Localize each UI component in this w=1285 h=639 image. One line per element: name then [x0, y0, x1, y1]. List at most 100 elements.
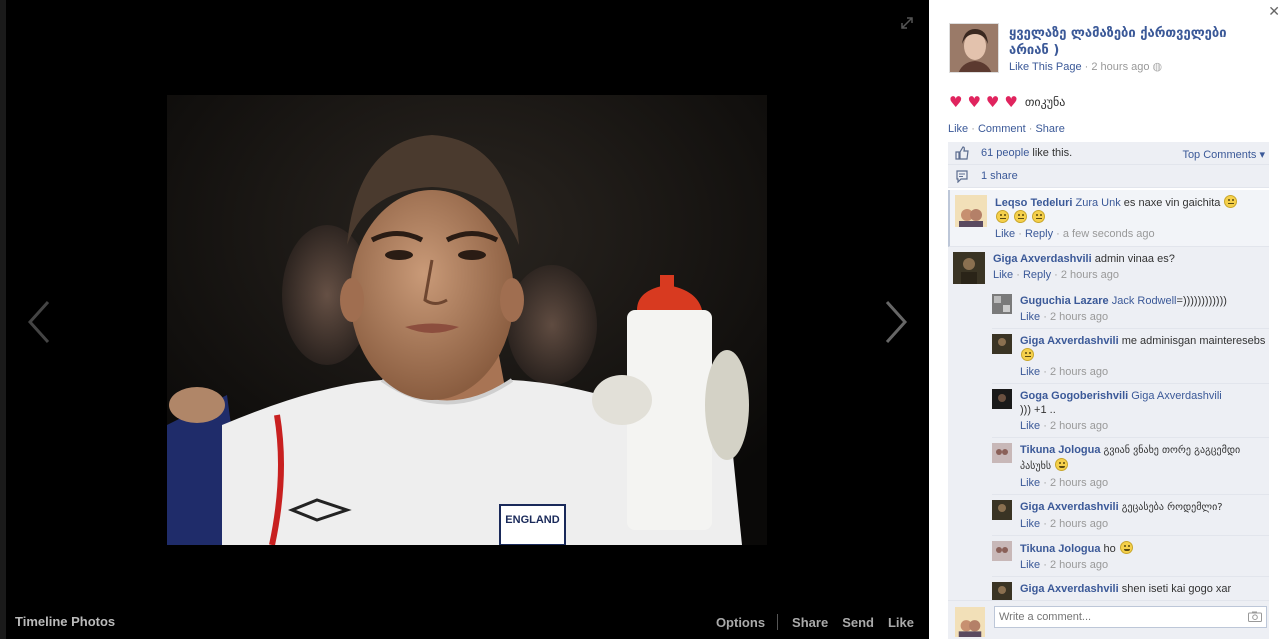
replier-avatar[interactable]: [992, 334, 1012, 354]
replier-name[interactable]: Giga Axverdashvili: [1020, 335, 1119, 347]
reply-thread: Guguchia Lazare Jack Rodwell=)))))))))))…: [992, 289, 1269, 600]
reply-like-link[interactable]: Like: [1020, 477, 1040, 489]
commenter-avatar[interactable]: [955, 195, 987, 227]
commenter-avatar[interactable]: [953, 252, 985, 284]
fullscreen-expand-icon[interactable]: [900, 16, 914, 30]
reply-time[interactable]: 2 hours ago: [1050, 311, 1108, 323]
comment-text: es naxe vin gaichita: [1123, 197, 1221, 209]
reply-body: Giga Axverdashvili გეცასება როდემლი? Lik…: [1020, 500, 1223, 531]
replier-avatar[interactable]: [992, 500, 1012, 520]
like-button[interactable]: Like: [888, 615, 914, 630]
reply-like-link[interactable]: Like: [1020, 420, 1040, 432]
reply-text: ho: [1103, 543, 1116, 555]
reply-meta: Like · 2 hours ago: [1020, 518, 1109, 530]
reply-time[interactable]: 2 hours ago: [1050, 420, 1108, 432]
likes-count-link[interactable]: 61 people: [981, 147, 1029, 159]
like-page-link[interactable]: Like This Page: [1009, 61, 1082, 73]
comment-panel: ✕ ყველაზე ლამაზები ქართველები არიან ) Li…: [929, 0, 1285, 639]
share-button[interactable]: Share: [792, 615, 828, 630]
reply-meta: Like · 2 hours ago: [1020, 366, 1109, 378]
options-button[interactable]: Options: [716, 615, 765, 630]
heart-icon: ♥: [985, 93, 1000, 111]
reply-like-link[interactable]: Like: [1020, 559, 1040, 571]
replier-avatar[interactable]: [992, 443, 1012, 463]
post-time[interactable]: 2 hours ago: [1091, 61, 1149, 73]
commenter-name[interactable]: Giga Axverdashvili: [993, 253, 1092, 265]
post-actions: Like · Comment · Share: [948, 123, 1065, 135]
comment-body: Giga Axverdashvili admin vinaa es? Like …: [993, 252, 1264, 284]
heart-icon: ♥: [1004, 93, 1018, 111]
comments-scrollbar[interactable]: [1278, 142, 1282, 600]
album-link[interactable]: Timeline Photos: [15, 614, 115, 629]
page-name-link[interactable]: ყველაზე ლამაზები ქართველები არიან ): [1009, 25, 1259, 59]
replier-name[interactable]: Giga Axverdashvili: [1020, 583, 1119, 595]
replier-name[interactable]: Giga Axverdashvili: [1020, 501, 1119, 513]
page-avatar[interactable]: [949, 23, 999, 73]
comment-reply-link[interactable]: Reply: [1023, 269, 1051, 281]
post-like-link[interactable]: Like: [948, 123, 968, 135]
replier-avatar[interactable]: [992, 582, 1012, 600]
reply-time[interactable]: 2 hours ago: [1050, 559, 1108, 571]
replier-avatar[interactable]: [992, 389, 1012, 409]
post-comment-link[interactable]: Comment: [978, 123, 1026, 135]
reply-text: shen iseti kai gogo xar: [1121, 583, 1232, 595]
tagged-user[interactable]: Giga Axverdashvili: [1131, 390, 1222, 402]
reply-item: Guguchia Lazare Jack Rodwell=)))))))))))…: [992, 289, 1269, 329]
camera-icon[interactable]: [1248, 611, 1262, 622]
next-photo-arrow-icon[interactable]: [881, 298, 911, 346]
replier-avatar[interactable]: [992, 541, 1012, 561]
close-icon[interactable]: ✕: [1268, 4, 1280, 20]
reply-like-link[interactable]: Like: [1020, 366, 1040, 378]
post-share-link[interactable]: Share: [1035, 123, 1064, 135]
shares-link[interactable]: 1 share: [981, 170, 1018, 182]
reply-text: me adminisgan mainteresebs: [1121, 335, 1266, 347]
smiley-emoticon-icon: [1032, 210, 1046, 223]
reply-time[interactable]: 2 hours ago: [1050, 366, 1108, 378]
comment-reply-link[interactable]: Reply: [1025, 228, 1053, 240]
wink-emoticon-icon: [1119, 541, 1133, 554]
reply-time[interactable]: 2 hours ago: [1050, 518, 1108, 530]
comment-like-link[interactable]: Like: [995, 228, 1015, 240]
smiley-emoticon-icon: [1224, 195, 1238, 208]
tagged-user[interactable]: Jack Rodwell: [1112, 295, 1177, 307]
reply-like-link[interactable]: Like: [1020, 518, 1040, 530]
reply-body: Guguchia Lazare Jack Rodwell=)))))))))))…: [1020, 294, 1227, 324]
comment-time[interactable]: a few seconds ago: [1063, 228, 1155, 240]
reply-body: Tikuna Jologua გვიან ვნახე თორე გაგცემდი…: [1020, 443, 1269, 490]
previous-photo-arrow-icon[interactable]: [24, 298, 54, 346]
photo-image: ENGLAND: [167, 95, 767, 545]
heart-icon: ♥: [967, 93, 981, 111]
commenter-name[interactable]: Leqso Tedeluri: [995, 197, 1072, 209]
reply-meta: Like · 2 hours ago: [1020, 420, 1109, 432]
send-button[interactable]: Send: [842, 615, 874, 630]
tagged-user[interactable]: Zura Unk: [1075, 197, 1120, 209]
post-meta: Like This Page · 2 hours ago ◍: [1009, 60, 1163, 73]
replier-name[interactable]: Goga Gogoberishvili: [1020, 390, 1128, 402]
post-caption: ♥ ♥ ♥ ♥ თიკუნა: [949, 93, 1065, 111]
reply-text: ))) +1 ..: [1020, 404, 1056, 416]
photo-actions: Options Share Send Like: [702, 614, 914, 630]
reply-item: Giga Axverdashvili me adminisgan mainter…: [992, 329, 1269, 384]
replier-name[interactable]: Tikuna Jologua: [1020, 444, 1100, 456]
comment-input[interactable]: [994, 606, 1267, 628]
comment-body: Leqso Tedeluri Zura Unk es naxe vin gaic…: [995, 195, 1264, 241]
photo[interactable]: ENGLAND: [167, 95, 767, 545]
comment-like-link[interactable]: Like: [993, 269, 1013, 281]
replier-avatar[interactable]: [992, 294, 1012, 314]
likes-suffix: like this.: [1032, 147, 1073, 159]
replier-name[interactable]: Tikuna Jologua: [1020, 543, 1100, 555]
reply-body: Tikuna Jologua ho Like · 2 hours ago: [1020, 541, 1134, 572]
replier-name[interactable]: Guguchia Lazare: [1020, 295, 1109, 307]
reply-like-link[interactable]: Like: [1020, 311, 1040, 323]
smiley-emoticon-icon: [1021, 348, 1034, 361]
comment-item: Giga Axverdashvili admin vinaa es? Like …: [948, 247, 1269, 289]
photo-stage: ENGLAND Timeline Photos Options Share Se…: [0, 0, 929, 639]
reply-time[interactable]: 2 hours ago: [1050, 477, 1108, 489]
globe-icon: ◍: [1152, 60, 1163, 73]
reply-text: =)))))))))))): [1176, 295, 1227, 307]
comment-time[interactable]: 2 hours ago: [1061, 269, 1119, 281]
top-comments-dropdown[interactable]: Top Comments ▾: [1182, 148, 1265, 161]
reply-body: Giga Axverdashvili shen iseti kai gogo x…: [1020, 582, 1231, 600]
reply-item: Giga Axverdashvili shen iseti kai gogo x…: [992, 577, 1269, 600]
reply-item: Goga Gogoberishvili Giga Axverdashvili )…: [992, 384, 1269, 438]
